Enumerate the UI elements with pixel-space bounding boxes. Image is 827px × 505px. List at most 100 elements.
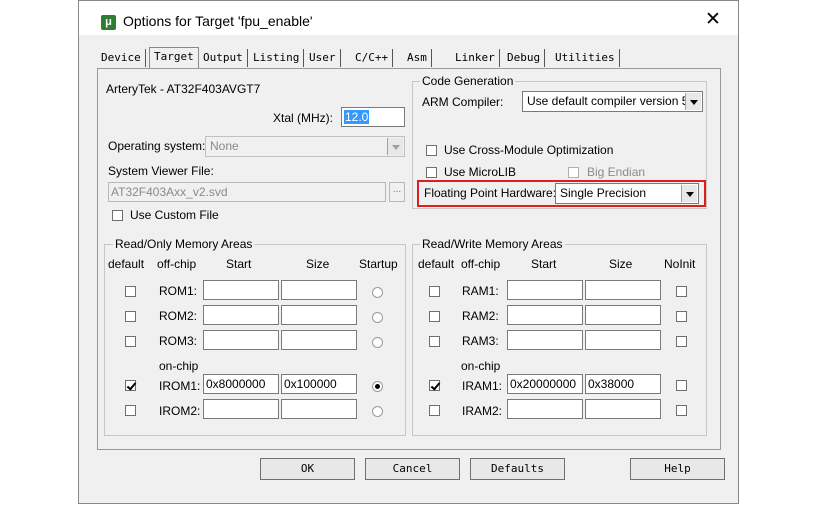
- iram2-noinit-checkbox[interactable]: [676, 405, 687, 416]
- fph-value: Single Precision: [560, 186, 647, 200]
- iram2-default-checkbox[interactable]: [429, 405, 440, 416]
- rom3-start-input[interactable]: [203, 330, 279, 350]
- rw-header-noinit: NoInit: [664, 257, 696, 271]
- ram1-noinit-checkbox[interactable]: [676, 286, 687, 297]
- tab-c-cpp[interactable]: C/C++: [351, 49, 394, 67]
- window-title: Options for Target 'fpu_enable': [123, 13, 313, 29]
- ram1-start-input[interactable]: [507, 280, 583, 300]
- options-dialog: μ Options for Target 'fpu_enable' ✕ Devi…: [78, 0, 739, 504]
- tab-target[interactable]: Target: [149, 47, 199, 68]
- tab-output[interactable]: Output: [199, 49, 248, 67]
- ram2-start-input[interactable]: [507, 305, 583, 325]
- ram3-noinit-checkbox[interactable]: [676, 336, 687, 347]
- arm-compiler-label: ARM Compiler:: [422, 95, 504, 109]
- rom2-start-input[interactable]: [203, 305, 279, 325]
- svf-browse-button[interactable]: ...: [389, 182, 405, 202]
- iram1-size-input[interactable]: 0x38000: [585, 374, 661, 394]
- rw-header-default: default: [418, 257, 455, 271]
- ram1-default-checkbox[interactable]: [429, 286, 440, 297]
- rom1-start-input[interactable]: [203, 280, 279, 300]
- ram2-noinit-checkbox[interactable]: [676, 311, 687, 322]
- tab-debug[interactable]: Debug: [503, 49, 546, 67]
- os-label: Operating system:: [108, 139, 206, 153]
- help-button[interactable]: Help: [630, 458, 725, 480]
- iram2-label: IRAM2:: [462, 404, 503, 418]
- xtal-input[interactable]: 12.0: [341, 107, 405, 127]
- os-select[interactable]: None: [205, 136, 405, 157]
- ram1-label: RAM1:: [462, 284, 499, 298]
- ram1-size-input[interactable]: [585, 280, 661, 300]
- iram1-noinit-checkbox[interactable]: [676, 380, 687, 391]
- irom2-start-input[interactable]: [203, 399, 279, 419]
- iram1-start-input[interactable]: 0x20000000: [507, 374, 583, 394]
- irom1-label: IROM1:: [159, 379, 201, 393]
- chevron-down-icon: [387, 138, 403, 155]
- rom2-size-input[interactable]: [281, 305, 357, 325]
- svf-input[interactable]: AT32F403Axx_v2.svd: [108, 182, 386, 202]
- ram2-label: RAM2:: [462, 309, 499, 323]
- big-endian-label: Big Endian: [587, 165, 646, 179]
- use-custom-file-label: Use Custom File: [130, 208, 219, 222]
- fph-select[interactable]: Single Precision: [555, 183, 699, 204]
- use-custom-file-checkbox[interactable]: [112, 210, 123, 221]
- ram3-start-input[interactable]: [507, 330, 583, 350]
- ro-header-start: Start: [226, 257, 252, 271]
- ro-header-startup: Startup: [359, 257, 398, 271]
- ram2-size-input[interactable]: [585, 305, 661, 325]
- ram3-default-checkbox[interactable]: [429, 336, 440, 347]
- rom2-startup-radio[interactable]: [372, 312, 383, 323]
- svf-label: System Viewer File:: [108, 164, 214, 178]
- chevron-down-icon: [685, 93, 701, 110]
- cross-module-checkbox[interactable]: [426, 145, 437, 156]
- rom3-label: ROM3:: [159, 334, 198, 348]
- ro-header-default: default: [108, 257, 145, 271]
- microlib-label: Use MicroLIB: [444, 165, 517, 179]
- irom2-size-input[interactable]: [281, 399, 357, 419]
- cancel-button[interactable]: Cancel: [365, 458, 460, 480]
- rom1-size-input[interactable]: [281, 280, 357, 300]
- rom3-size-input[interactable]: [281, 330, 357, 350]
- big-endian-checkbox[interactable]: [568, 167, 579, 178]
- iram1-label: IRAM1:: [462, 379, 503, 393]
- irom1-size-input[interactable]: 0x100000: [281, 374, 357, 394]
- rom3-startup-radio[interactable]: [372, 337, 383, 348]
- tab-listing[interactable]: Listing: [249, 49, 305, 67]
- rw-header-offchip: off-chip: [461, 257, 501, 271]
- ok-button[interactable]: OK: [260, 458, 355, 480]
- irom2-startup-radio[interactable]: [372, 406, 383, 417]
- rw-onchip-label: on-chip: [461, 359, 501, 373]
- rw-memory-title: Read/Write Memory Areas: [420, 237, 565, 251]
- tab-asm[interactable]: Asm: [403, 49, 432, 67]
- tab-device[interactable]: Device: [97, 49, 146, 67]
- rom2-default-checkbox[interactable]: [125, 311, 136, 322]
- rom1-default-checkbox[interactable]: [125, 286, 136, 297]
- code-generation-title: Code Generation: [420, 74, 516, 88]
- tab-user[interactable]: User: [305, 49, 341, 67]
- ram2-default-checkbox[interactable]: [429, 311, 440, 322]
- rom1-startup-radio[interactable]: [372, 287, 383, 298]
- tab-linker[interactable]: Linker: [451, 49, 500, 67]
- ram3-label: RAM3:: [462, 334, 499, 348]
- ro-memory-title: Read/Only Memory Areas: [113, 237, 255, 251]
- tab-utilities[interactable]: Utilities: [551, 49, 620, 67]
- rw-header-start: Start: [531, 257, 557, 271]
- ro-header-size: Size: [306, 257, 330, 271]
- irom1-default-checkbox[interactable]: [125, 380, 136, 391]
- defaults-button[interactable]: Defaults: [470, 458, 565, 480]
- ro-onchip-label: on-chip: [159, 359, 199, 373]
- arm-compiler-select[interactable]: Use default compiler version 5: [522, 91, 703, 112]
- microlib-checkbox[interactable]: [426, 167, 437, 178]
- title-bar: μ Options for Target 'fpu_enable' ✕: [79, 1, 738, 35]
- os-value: None: [210, 139, 239, 153]
- iram1-default-checkbox[interactable]: [429, 380, 440, 391]
- iram2-start-input[interactable]: [507, 399, 583, 419]
- rom3-default-checkbox[interactable]: [125, 336, 136, 347]
- close-icon[interactable]: ✕: [705, 10, 721, 30]
- irom1-startup-radio[interactable]: [372, 381, 383, 392]
- iram2-size-input[interactable]: [585, 399, 661, 419]
- rw-header-size: Size: [609, 257, 633, 271]
- irom1-start-input[interactable]: 0x8000000: [203, 374, 279, 394]
- device-name: ArteryTek - AT32F403AVGT7: [106, 82, 261, 96]
- ram3-size-input[interactable]: [585, 330, 661, 350]
- irom2-default-checkbox[interactable]: [125, 405, 136, 416]
